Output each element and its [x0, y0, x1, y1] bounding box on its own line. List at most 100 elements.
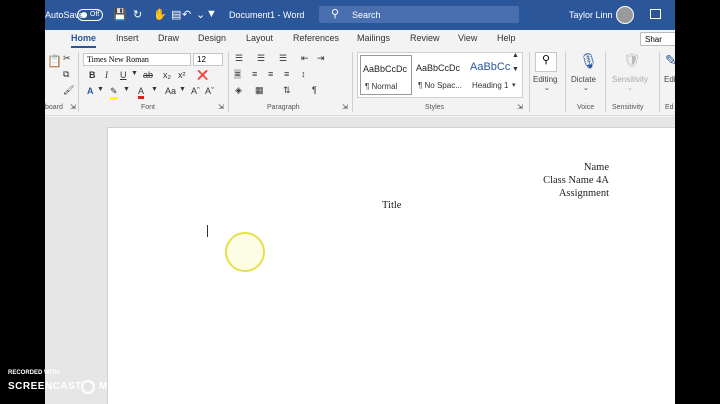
share-button[interactable]: Shar	[640, 32, 675, 46]
increase-indent-icon[interactable]: ⇥	[317, 53, 325, 64]
bullets-icon[interactable]: ☰	[235, 53, 243, 64]
dictate-dropdown-icon[interactable]: ⌄	[583, 84, 589, 92]
sort-icon[interactable]: ⇅	[283, 85, 291, 96]
style-sample: AaBbCcDc	[416, 63, 461, 73]
group-label-styles: Styles	[425, 104, 445, 111]
multilevel-list-icon[interactable]: ☰	[279, 53, 287, 64]
styles-more-icon[interactable]: ▾	[512, 81, 516, 89]
undo-dropdown-icon[interactable]: ⌄	[196, 8, 205, 21]
tab-insert[interactable]: Insert	[116, 33, 139, 43]
justify-button[interactable]: ≡	[284, 69, 289, 79]
format-painter-icon[interactable]: 🖌	[63, 85, 74, 96]
word-window: AutoSave Off 💾 ↻ ✋ ▤ ↶ ⌄ ▼ Document1 - W…	[45, 0, 675, 404]
undo-icon[interactable]: ↶	[182, 8, 191, 21]
shrink-font-icon[interactable]: Aˇ	[205, 86, 214, 96]
style-normal[interactable]: AaBbCcDc ¶ Normal	[360, 55, 412, 95]
click-highlight	[225, 232, 265, 272]
tab-references[interactable]: References	[293, 33, 339, 43]
show-marks-icon[interactable]: ¶	[312, 85, 317, 95]
refresh-icon[interactable]: ↻	[133, 8, 142, 21]
font-launcher-icon[interactable]: ⇲	[218, 103, 224, 111]
clipboard-launcher-icon[interactable]: ⇲	[70, 103, 76, 111]
ribbon-tabs: Home Insert Draw Design Layout Reference…	[45, 30, 675, 48]
borders-icon[interactable]: ▦	[255, 85, 264, 96]
search-box[interactable]: ⚲ Search	[319, 6, 519, 23]
text-effects-dropdown-icon[interactable]: ▼	[97, 86, 104, 93]
clear-formatting-icon[interactable]: ❌	[197, 70, 208, 81]
copy-icon[interactable]: ⧉	[63, 69, 69, 80]
separator	[605, 52, 606, 112]
separator	[228, 52, 229, 112]
numbering-icon[interactable]: ☰	[257, 53, 265, 64]
highlight-dropdown-icon[interactable]: ▼	[123, 86, 130, 93]
line-spacing-icon[interactable]: ↕	[301, 69, 306, 79]
tab-review[interactable]: Review	[410, 33, 440, 43]
styles-scroll-down-icon[interactable]: ▼	[512, 66, 519, 73]
change-case-icon[interactable]: Aa	[165, 86, 176, 96]
font-name-field[interactable]: Times New Roman	[83, 53, 191, 66]
tab-draw[interactable]: Draw	[158, 33, 179, 43]
style-name: ¶ No Spac...	[418, 81, 462, 90]
group-label-font: Font	[141, 104, 156, 111]
autosave-toggle[interactable]: Off	[77, 9, 103, 21]
style-sample: AaBbCcDc	[363, 64, 408, 74]
print-preview-icon[interactable]: ▤	[171, 8, 181, 21]
change-case-dropdown-icon[interactable]: ▼	[179, 86, 186, 93]
tab-home[interactable]: Home	[71, 33, 97, 48]
title-bar: AutoSave Off 💾 ↻ ✋ ▤ ↶ ⌄ ▼ Document1 - W…	[45, 0, 675, 30]
sensitivity-icon: 🛡	[623, 52, 641, 68]
tab-mailings[interactable]: Mailings	[357, 33, 390, 43]
underline-button[interactable]: U	[120, 70, 127, 80]
group-label-voice: Voice	[577, 104, 595, 111]
italic-button[interactable]: I	[105, 70, 108, 80]
document-page[interactable]: Name Class Name 4A Assignment Title	[107, 127, 675, 404]
underline-dropdown-icon[interactable]: ▼	[131, 70, 138, 77]
styles-scroll-up-icon[interactable]: ▲	[512, 52, 519, 59]
style-heading-1[interactable]: AaBbCc Heading 1	[468, 55, 520, 95]
save-icon[interactable]: 💾	[113, 8, 127, 21]
avatar[interactable]	[616, 6, 634, 24]
editor-icon[interactable]: ✎	[665, 52, 675, 69]
editing-dropdown-icon[interactable]: ⌄	[544, 84, 550, 92]
superscript-button[interactable]: x²	[178, 70, 186, 80]
bold-button[interactable]: B	[89, 70, 96, 80]
dictate-button[interactable]: Dictate	[571, 75, 596, 84]
grow-font-icon[interactable]: Aˆ	[191, 86, 200, 96]
font-size-field[interactable]: 12	[193, 53, 223, 66]
align-center-button[interactable]: ≡	[252, 69, 257, 79]
separator	[659, 52, 660, 112]
user-name[interactable]: Taylor Linn	[569, 10, 613, 20]
strikethrough-button[interactable]: ab	[143, 70, 153, 80]
align-left-button[interactable]: ≡	[234, 69, 242, 79]
style-no-spacing[interactable]: AaBbCcDc ¶ No Spac...	[414, 55, 466, 95]
font-color-icon[interactable]: A	[138, 86, 145, 99]
customize-qat-icon[interactable]: ▼	[206, 8, 217, 20]
cut-icon[interactable]: ✂	[63, 53, 71, 64]
styles-launcher-icon[interactable]: ⇲	[517, 103, 523, 111]
tab-design[interactable]: Design	[198, 33, 226, 43]
sensitivity-dropdown-icon: ⌄	[627, 85, 633, 92]
font-color-dropdown-icon[interactable]: ▼	[151, 86, 158, 93]
styles-gallery: AaBbCcDc ¶ Normal AaBbCcDc ¶ No Spac... …	[357, 52, 523, 98]
decrease-indent-icon[interactable]: ⇤	[301, 53, 309, 64]
paragraph-launcher-icon[interactable]: ⇲	[342, 103, 348, 111]
highlight-icon[interactable]: ✎	[110, 86, 118, 100]
paste-icon[interactable]: 📋	[47, 54, 62, 68]
watermark-recorded-with: RECORDED WITH	[8, 370, 60, 376]
group-label-clipboard: board	[45, 104, 63, 111]
tab-help[interactable]: Help	[497, 33, 516, 43]
editing-button[interactable]: Editing	[533, 75, 557, 84]
editing-icon[interactable]: ⚲	[535, 52, 557, 72]
shading-icon[interactable]: ◈	[235, 85, 242, 96]
ribbon: 📋 ✂ ⧉ 🖌 board ⇲ Times New Roman 12 B I U…	[45, 48, 675, 116]
separator	[529, 52, 530, 112]
align-right-button[interactable]: ≡	[268, 69, 273, 79]
text-effects-icon[interactable]: A	[87, 86, 94, 96]
microphone-icon[interactable]: 🎙	[579, 52, 598, 70]
touch-mode-icon[interactable]: ✋	[153, 8, 167, 21]
tab-view[interactable]: View	[458, 33, 477, 43]
editor-button[interactable]: Edi	[664, 75, 675, 84]
ribbon-display-icon[interactable]	[650, 9, 661, 19]
subscript-button[interactable]: x₂	[163, 70, 171, 80]
tab-layout[interactable]: Layout	[246, 33, 273, 43]
